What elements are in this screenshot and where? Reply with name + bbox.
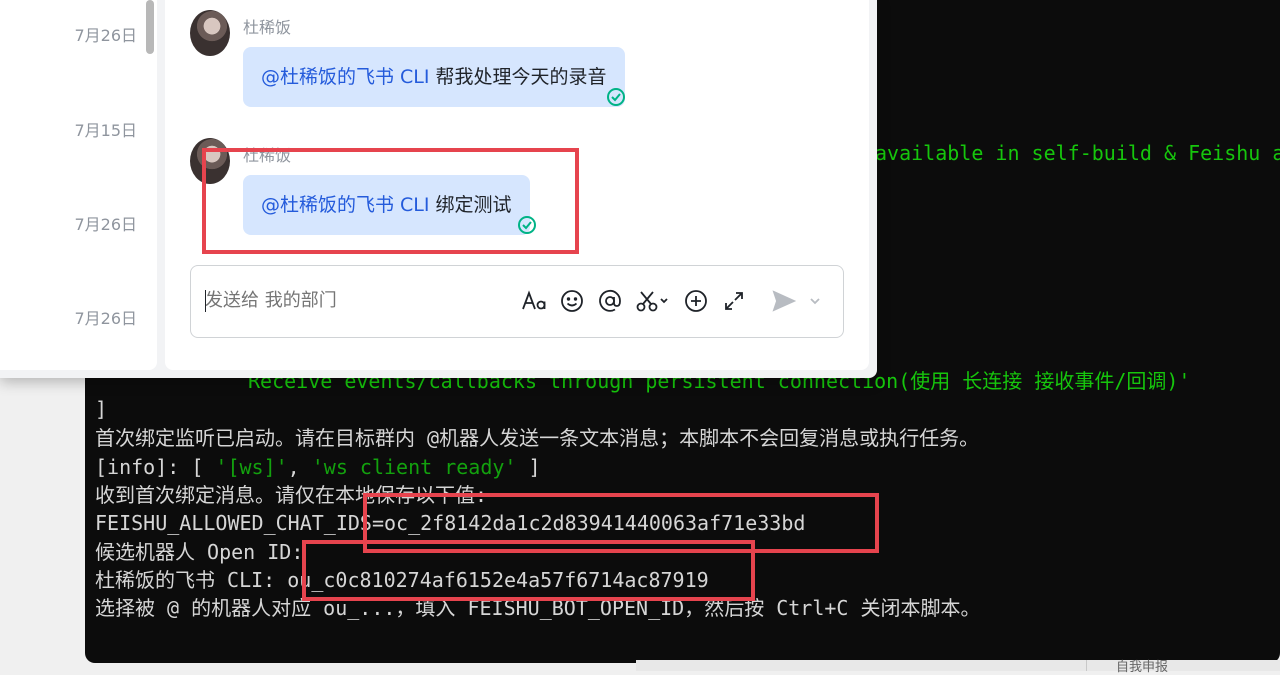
send-options-chevron-down-icon[interactable] xyxy=(807,288,823,314)
taskbar-hint[interactable]: 自我申报 xyxy=(1116,656,1168,675)
expand-icon[interactable] xyxy=(721,288,747,314)
info-suffix: ] xyxy=(516,455,541,479)
highlight-box-bot-id xyxy=(302,540,755,601)
sender-name: 杜稀饭 xyxy=(243,18,292,37)
scrollbar[interactable] xyxy=(146,0,154,54)
conversation-date: 7月26日 xyxy=(74,309,137,328)
message-composer[interactable] xyxy=(190,265,844,338)
emoji-icon[interactable] xyxy=(559,288,585,314)
send-icon[interactable] xyxy=(771,288,797,314)
terminal-line: 候选机器人 Open ID: xyxy=(95,540,304,564)
add-icon[interactable] xyxy=(683,288,709,314)
highlight-box-message xyxy=(202,148,579,254)
text-format-icon[interactable] xyxy=(521,288,547,314)
avatar[interactable] xyxy=(190,10,230,56)
read-check-icon xyxy=(607,88,625,106)
screenshot-icon[interactable] xyxy=(635,288,671,314)
info-separator: , xyxy=(287,455,312,479)
terminal-info-line: [info]: [ '[ws]', 'ws client ready' ] xyxy=(95,453,541,481)
terminal-partial-text: available in self-build & Feishu ap xyxy=(875,141,1280,165)
info-string: '[ws]' xyxy=(215,455,288,479)
conversation-date: 7月26日 xyxy=(74,26,137,45)
terminal-line: 首次绑定监听已启动。请在目标群内 @机器人发送一条文本消息；本脚本不会回复消息或… xyxy=(95,426,980,450)
conversation-list[interactable]: 7月26日 7月15日 7月26日 7月26日 xyxy=(0,0,157,370)
taskbar-divider xyxy=(1086,660,1087,671)
terminal-line: ] xyxy=(95,397,108,421)
text-caret xyxy=(205,290,206,312)
message-text: 帮我处理今天的录音 xyxy=(429,66,607,88)
taskbar-strip: 自我申报 xyxy=(636,660,1280,675)
conversation-date: 7月15日 xyxy=(74,121,137,140)
info-prefix: [info]: [ xyxy=(95,455,216,479)
mention-icon[interactable] xyxy=(597,288,623,314)
conversation-date: 7月26日 xyxy=(74,215,137,234)
info-string: 'ws client ready' xyxy=(311,455,517,479)
message-bubble[interactable]: @杜稀饭的飞书 CLI 帮我处理今天的录音 xyxy=(243,47,625,107)
bot-mention[interactable]: @杜稀饭的飞书 CLI xyxy=(261,66,430,88)
message-input[interactable] xyxy=(205,290,505,311)
